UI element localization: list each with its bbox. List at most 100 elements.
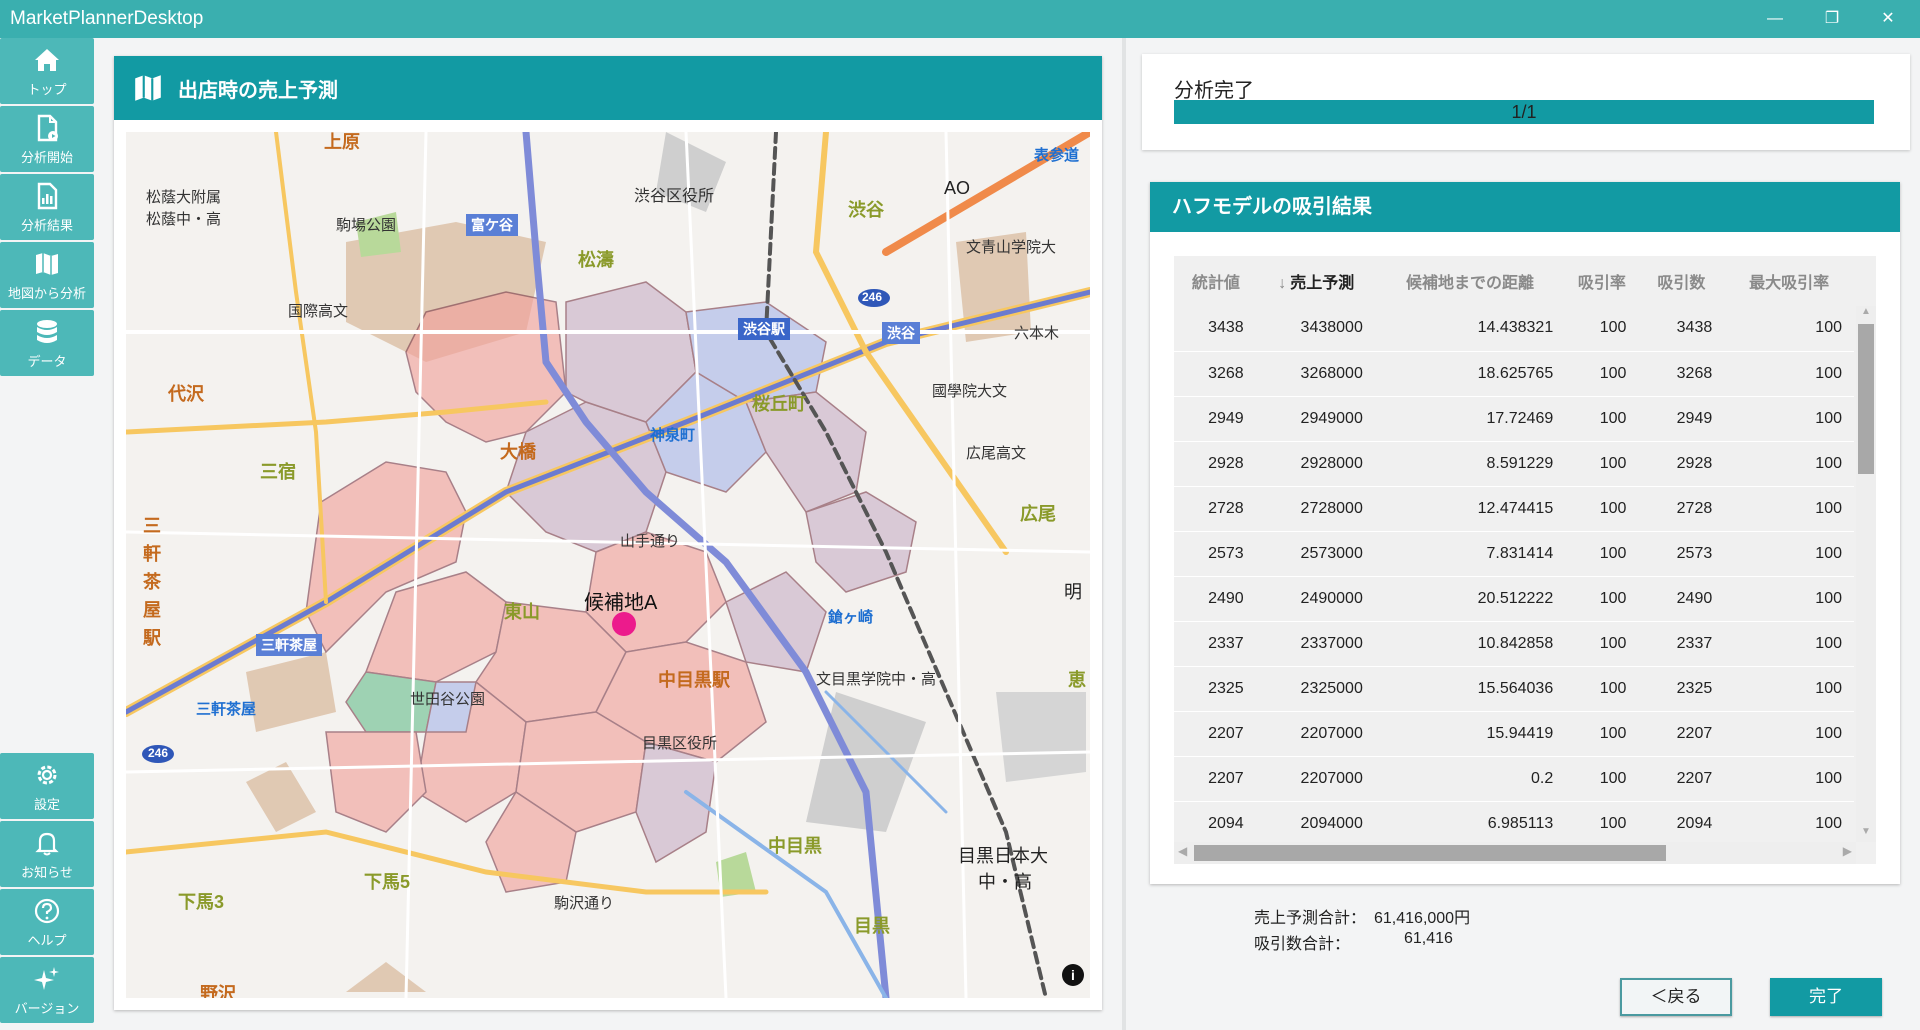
table-cell: 2490 <box>1638 576 1725 622</box>
horizontal-scrollbar[interactable]: ◀ ▶ <box>1174 842 1856 864</box>
close-button[interactable]: ✕ <box>1868 6 1908 32</box>
nav-analysis-start[interactable]: 分析開始 <box>0 106 94 172</box>
nav-data[interactable]: データ <box>0 310 94 376</box>
table-row[interactable]: 2207 2207000 0.2 100 2207 100 <box>1174 756 1854 802</box>
col-header-stat[interactable]: 統計値 <box>1174 256 1258 306</box>
sales-total-value: 61,416,000円 <box>1374 910 1471 927</box>
col-header-attract-rate[interactable]: 吸引率 <box>1565 256 1638 306</box>
table-cell: 3268 <box>1174 351 1258 397</box>
table-cell: 100 <box>1724 801 1854 847</box>
table-cell: 100 <box>1724 711 1854 757</box>
nav-map-analysis[interactable]: 地図から分析 <box>0 242 94 308</box>
table-body: 3438 3438000 14.438321 100 3438 100 3268 326800… <box>1174 306 1854 847</box>
chart-file-icon <box>37 182 58 209</box>
map-view[interactable]: 上原 松蔭大附属 松蔭中・高 駒場公園 富ケ谷 松濤 渋谷区役所 渋谷 AO 表… <box>126 132 1090 998</box>
table-cell: 100 <box>1724 351 1854 397</box>
map-label: 三軒茶屋駅 <box>141 516 161 656</box>
table-cell: 2337 <box>1638 621 1725 667</box>
restore-button[interactable]: ❐ <box>1812 6 1852 32</box>
table-cell: 100 <box>1724 441 1854 487</box>
table-cell: 100 <box>1565 711 1639 757</box>
nav-analysis-result[interactable]: 分析結果 <box>0 174 94 240</box>
nav-notice-label: お知らせ <box>21 864 73 880</box>
map-label: 目黒 <box>854 916 890 936</box>
panel-divider[interactable] <box>1122 38 1126 1030</box>
nav-top[interactable]: トップ <box>0 38 94 104</box>
scroll-right-icon[interactable]: ▶ <box>1843 844 1852 858</box>
help-icon <box>34 898 60 923</box>
table-cell: 2728 <box>1174 486 1258 532</box>
progress-label: 分析完了 <box>1174 80 1254 102</box>
table-cell: 3268000 <box>1257 351 1375 397</box>
info-icon[interactable]: i <box>1062 964 1084 986</box>
table-cell: 100 <box>1565 531 1639 577</box>
table-row[interactable]: 2573 2573000 7.831414 100 2573 100 <box>1174 531 1854 577</box>
map-label: 東山 <box>504 602 540 622</box>
map-icon <box>135 75 161 101</box>
nav-analysis-start-label: 分析開始 <box>20 149 73 165</box>
table-cell: 15.564036 <box>1374 666 1566 712</box>
attract-total-value: 61,416 <box>1404 930 1453 947</box>
table-row[interactable]: 2325 2325000 15.564036 100 2325 100 <box>1174 666 1854 712</box>
vertical-scrollbar[interactable]: ▲ ▼ <box>1856 306 1876 842</box>
table-row[interactable]: 2490 2490000 20.512222 100 2490 100 <box>1174 576 1854 622</box>
table-cell: 2928 <box>1174 441 1258 487</box>
back-button[interactable]: ＜戻る <box>1620 978 1732 1016</box>
table-cell: 2325 <box>1638 666 1725 712</box>
map-label: 恵 <box>1068 670 1086 690</box>
table-cell: 3438000 <box>1257 306 1375 352</box>
table-cell: 100 <box>1565 441 1639 487</box>
table-row[interactable]: 2094 2094000 6.985113 100 2094 100 <box>1174 801 1854 847</box>
col-header-max-attract-rate[interactable]: 最大吸引率 <box>1724 256 1854 306</box>
table-row[interactable]: 3438 3438000 14.438321 100 3438 100 <box>1174 306 1854 352</box>
candidate-marker[interactable] <box>612 612 636 636</box>
title-bar: MarketPlannerDesktop — ❐ ✕ <box>0 0 1920 38</box>
app-title: MarketPlannerDesktop <box>10 8 204 29</box>
sidebar-main: トップ 分析開始 分析結果 地図から分析 データ <box>0 38 94 381</box>
map-label: 駒場公園 <box>336 217 397 234</box>
table-cell: 100 <box>1565 801 1639 847</box>
table-cell: 100 <box>1724 756 1854 802</box>
table-row[interactable]: 2928 2928000 8.591229 100 2928 100 <box>1174 441 1854 487</box>
table-cell: 12.474415 <box>1374 486 1566 532</box>
route-label: 246 <box>148 746 169 760</box>
nav-map-analysis-label: 地図から分析 <box>7 285 86 301</box>
table-cell: 3268 <box>1638 351 1725 397</box>
nav-version-label: バージョン <box>14 1000 80 1016</box>
table-row[interactable]: 2337 2337000 10.842858 100 2337 100 <box>1174 621 1854 667</box>
map-label: 駒沢通り <box>554 895 615 912</box>
table-cell: 100 <box>1565 486 1639 532</box>
scroll-up-icon[interactable]: ▲ <box>1856 306 1876 322</box>
table-row[interactable]: 2949 2949000 17.72469 100 2949 100 <box>1174 396 1854 442</box>
nav-data-label: データ <box>27 353 67 369</box>
table-cell: 2928000 <box>1257 441 1375 487</box>
map-label: 明 <box>1064 582 1082 602</box>
map-label: 広尾高文 <box>966 445 1027 462</box>
table-cell: 20.512222 <box>1374 576 1566 622</box>
table-header-row: 統計値 ↓ 売上予測 候補地までの距離 吸引率 吸引数 最大吸引率 <box>1174 256 1854 306</box>
col-header-sales-forecast[interactable]: ↓ 売上予測 <box>1258 256 1375 306</box>
home-icon <box>35 48 59 71</box>
nav-notice[interactable]: お知らせ <box>0 821 94 887</box>
nav-settings[interactable]: 設定 <box>0 753 94 819</box>
table-cell: 7.831414 <box>1374 531 1566 577</box>
nav-version[interactable]: バージョン <box>0 957 94 1023</box>
map-label: 広尾 <box>1020 504 1056 524</box>
col-header-distance[interactable]: 候補地までの距離 <box>1375 256 1565 306</box>
table-row[interactable]: 3268 3268000 18.625765 100 3268 100 <box>1174 351 1854 397</box>
table-cell: 100 <box>1724 396 1854 442</box>
finish-button[interactable]: 完了 <box>1770 978 1882 1016</box>
table-cell: 2337000 <box>1257 621 1375 667</box>
vertical-scroll-thumb[interactable] <box>1858 324 1874 474</box>
horizontal-scroll-thumb[interactable] <box>1194 845 1666 861</box>
nav-help[interactable]: ヘルプ <box>0 889 94 955</box>
map-label: 渋谷 <box>848 200 884 220</box>
minimize-button[interactable]: — <box>1755 6 1795 32</box>
file-play-icon <box>37 114 58 141</box>
progress-text: 1/1 <box>1511 102 1537 122</box>
scroll-left-icon[interactable]: ◀ <box>1178 844 1187 858</box>
table-row[interactable]: 2728 2728000 12.474415 100 2728 100 <box>1174 486 1854 532</box>
col-header-attract-count[interactable]: 吸引数 <box>1638 256 1724 306</box>
table-row[interactable]: 2207 2207000 15.94419 100 2207 100 <box>1174 711 1854 757</box>
scroll-down-icon[interactable]: ▼ <box>1856 826 1876 842</box>
